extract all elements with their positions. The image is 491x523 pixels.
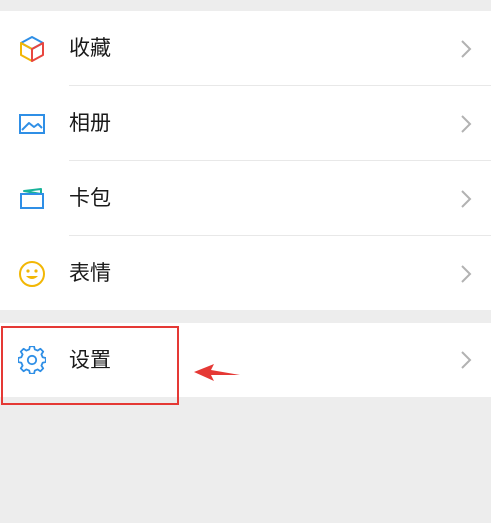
menu-item-favorites[interactable]: 收藏 [0, 11, 491, 86]
menu-item-album[interactable]: 相册 [0, 86, 491, 161]
menu-item-card-wallet[interactable]: 卡包 [0, 161, 491, 236]
chevron-right-icon [461, 351, 472, 369]
chevron-right-icon [461, 189, 472, 208]
favorites-cube-icon [17, 34, 47, 64]
chevron-right-icon [461, 114, 472, 133]
chevron-right-icon [461, 264, 472, 283]
annotation-highlight-box [1, 326, 179, 405]
annotation-arrow-icon [194, 364, 240, 381]
menu-item-stickers[interactable]: 表情 [0, 236, 491, 311]
menu-group-main: 收藏 相册 卡包 表情 [0, 11, 491, 310]
menu-item-label: 相册 [69, 111, 111, 135]
menu-item-label: 卡包 [69, 186, 111, 210]
menu-item-label: 表情 [69, 261, 111, 285]
menu-item-label: 收藏 [69, 36, 111, 60]
card-wallet-icon [17, 184, 47, 214]
sticker-smiley-icon [17, 259, 47, 289]
album-picture-icon [17, 109, 47, 139]
chevron-right-icon [461, 39, 472, 58]
